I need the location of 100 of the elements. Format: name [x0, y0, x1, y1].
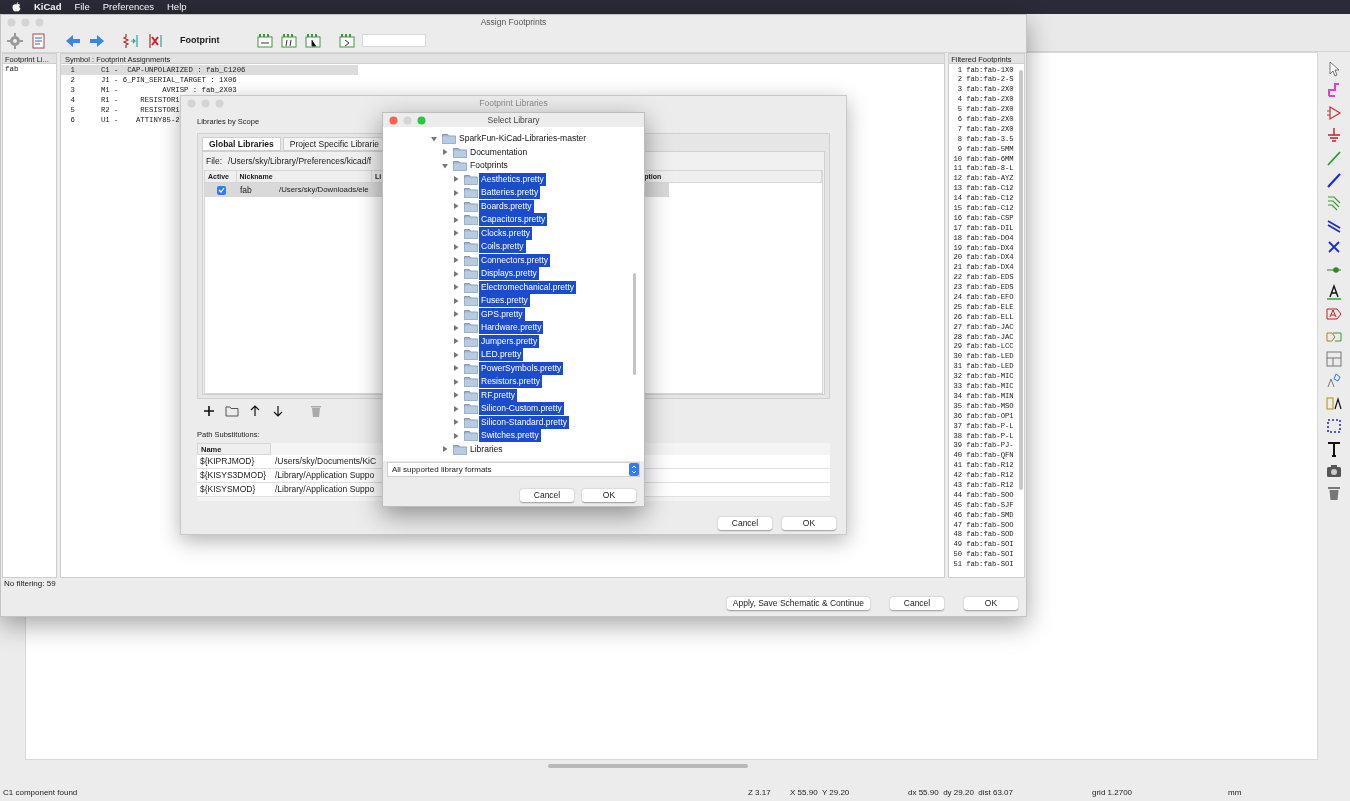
disclosure-triangle-icon[interactable]: [453, 284, 459, 291]
toolbar-label: Footprint: [180, 33, 221, 47]
tree-item[interactable]: Footprints: [468, 159, 510, 173]
disclosure-triangle-icon[interactable]: [453, 392, 459, 399]
sheet-icon[interactable]: [1325, 350, 1343, 369]
tree-item[interactable]: GPS.pretty: [479, 307, 525, 321]
folder-icon: [464, 173, 478, 185]
tree-item[interactable]: Hardware.pretty: [479, 321, 544, 335]
disclosure-triangle-icon[interactable]: [453, 189, 459, 196]
disclosure-triangle-icon[interactable]: [453, 230, 459, 237]
trash-icon[interactable]: [1325, 484, 1343, 503]
scrollbar[interactable]: [633, 273, 636, 375]
folder-icon: [453, 146, 467, 158]
disclosure-triangle-icon[interactable]: [442, 162, 448, 169]
dashed-rectangle-icon[interactable]: [1325, 417, 1343, 436]
scrollbar[interactable]: [548, 764, 748, 768]
window-title: Footprint Libraries: [479, 96, 548, 110]
menu-item[interactable]: Preferences: [102, 0, 154, 15]
menu-item[interactable]: File: [74, 0, 90, 15]
disclosure-triangle-icon[interactable]: [453, 324, 459, 331]
check-icon: [217, 187, 225, 193]
ok-button[interactable]: OK: [582, 488, 636, 502]
tree-item[interactable]: Silicon-Standard.pretty: [479, 415, 569, 429]
tree-item[interactable]: Electromechanical.pretty: [479, 280, 577, 294]
footprint-filter-icon[interactable]: [304, 31, 322, 50]
ok-button[interactable]: OK: [964, 596, 1018, 610]
format-dropdown[interactable]: All supported library formats: [387, 462, 640, 477]
tree-item[interactable]: Resistors.pretty: [479, 375, 543, 389]
tree-item[interactable]: Boards.pretty: [479, 199, 534, 213]
chevron-icon: [629, 463, 639, 476]
disclosure-triangle-icon[interactable]: [453, 311, 459, 318]
disclosure-triangle-icon[interactable]: [453, 351, 459, 358]
cancel-button[interactable]: Cancel: [718, 516, 772, 530]
tree-item[interactable]: PowerSymbols.pretty: [479, 361, 564, 375]
add-icon[interactable]: [201, 403, 217, 419]
disclosure-triangle-icon[interactable]: [453, 405, 459, 412]
disclosure-triangle-icon[interactable]: [453, 176, 459, 183]
disclosure-triangle-icon[interactable]: [453, 338, 459, 345]
tree-item[interactable]: Jumpers.pretty: [479, 334, 540, 348]
disclosure-triangle-icon[interactable]: [442, 446, 448, 453]
folder-icon: [464, 200, 478, 212]
disclosure-triangle-icon[interactable]: [453, 419, 459, 426]
menu-item[interactable]: KiCad: [34, 0, 62, 15]
disclosure-triangle-icon[interactable]: [453, 378, 459, 385]
tree-item[interactable]: Displays.pretty: [479, 267, 539, 281]
disclosure-triangle-icon[interactable]: [453, 432, 459, 439]
import-pin-icon[interactable]: [1325, 394, 1343, 413]
document-icon[interactable]: [30, 31, 48, 50]
cancel-button[interactable]: Cancel: [520, 488, 574, 502]
tree-item[interactable]: Connectors.pretty: [479, 253, 551, 267]
tree-item[interactable]: Capacitors.pretty: [479, 213, 548, 227]
disclosure-triangle-icon[interactable]: [453, 203, 459, 210]
folder-icon[interactable]: [224, 403, 240, 419]
window-controls-icon[interactable]: [389, 115, 427, 125]
scrollbar[interactable]: [1019, 70, 1023, 490]
label-icon[interactable]: [1325, 282, 1343, 301]
menu-item[interactable]: Help: [167, 0, 187, 15]
filter-field[interactable]: [362, 34, 426, 47]
add-symbol-icon[interactable]: [1325, 103, 1343, 122]
table-cell-text: /Library/Application Suppo: [274, 469, 375, 482]
folder-icon: [464, 281, 478, 293]
disclosure-triangle-icon[interactable]: [453, 365, 459, 372]
tree-item[interactable]: Libraries: [468, 442, 505, 456]
settings-icon[interactable]: [6, 31, 24, 50]
disclosure-triangle-icon[interactable]: [453, 297, 459, 304]
tree-item[interactable]: Silicon-Custom.pretty: [479, 402, 564, 416]
apple-logo-icon[interactable]: [12, 2, 21, 12]
disclosure-triangle-icon[interactable]: [453, 243, 459, 250]
folder-icon: [442, 133, 456, 145]
checkbox[interactable]: [216, 185, 226, 195]
status-text: C1 component found: [3, 787, 79, 799]
tree-item[interactable]: SparkFun-KiCad-Libraries-master: [457, 132, 589, 146]
disclosure-triangle-icon[interactable]: [453, 257, 459, 264]
disclosure-triangle-icon[interactable]: [453, 270, 459, 277]
tree-item[interactable]: Documentation: [468, 145, 530, 159]
tree-item[interactable]: LED.pretty: [479, 348, 524, 362]
window-title: Select Library: [487, 113, 540, 127]
tree-item[interactable]: Aesthetics.pretty: [479, 172, 546, 186]
table-cell-text: ${KISYSMOD}: [199, 483, 257, 496]
cancel-button[interactable]: Cancel: [890, 596, 944, 610]
ok-button[interactable]: OK: [782, 516, 836, 530]
status-text: dx 55.90 dy 29.20 dist 63.07: [908, 787, 1014, 799]
folder-icon: [464, 349, 478, 361]
tree-item[interactable]: Clocks.pretty: [479, 226, 533, 240]
tree-item[interactable]: Fuses.pretty: [479, 294, 530, 308]
tree-item[interactable]: Coils.pretty: [479, 240, 526, 254]
disclosure-triangle-icon[interactable]: [431, 135, 437, 142]
status-text: mm: [1228, 787, 1243, 799]
disclosure-triangle-icon[interactable]: [442, 149, 448, 156]
text-icon[interactable]: [1325, 439, 1343, 458]
folder-icon: [464, 187, 478, 199]
disclosure-triangle-icon[interactable]: [453, 216, 459, 223]
resistor-delete-icon[interactable]: [146, 31, 164, 50]
tree-item[interactable]: Switches.pretty: [479, 429, 541, 443]
tree-item[interactable]: Batteries.pretty: [479, 186, 541, 200]
ground-icon[interactable]: [1325, 126, 1343, 145]
apply-button[interactable]: Apply, Save Schematic & Continue: [726, 596, 870, 610]
resistor-icon[interactable]: [122, 31, 140, 50]
tab[interactable]: Global Libraries: [202, 137, 281, 151]
tree-item[interactable]: RF.pretty: [479, 388, 517, 402]
